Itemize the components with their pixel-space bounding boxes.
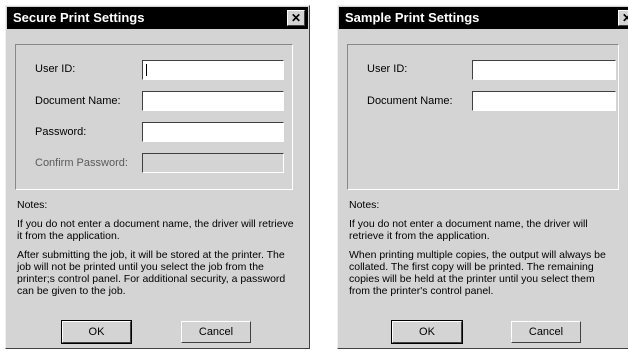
cancel-button[interactable]: Cancel [181, 321, 251, 343]
close-button[interactable]: ✕ [287, 10, 305, 26]
notes-heading: Notes: [17, 199, 48, 211]
confirm-password-label: Confirm Password: [35, 157, 128, 169]
password-label: Password: [35, 126, 87, 138]
notes-section: Notes: If you do not enter a document na… [17, 199, 295, 297]
password-input[interactable] [142, 122, 284, 142]
title-bar: Sample Print Settings ✕ [339, 7, 628, 29]
dialog-title: Secure Print Settings [13, 10, 145, 25]
confirm-password-input [142, 153, 284, 173]
notes-paragraph: After submitting the job, it will be sto… [17, 249, 286, 297]
notes-heading: Notes: [349, 199, 380, 211]
text-caret [146, 64, 147, 76]
notes-section: Notes: If you do not enter a document na… [349, 199, 614, 297]
user-id-label: User ID: [35, 63, 76, 75]
document-name-input[interactable] [142, 91, 284, 111]
cancel-button[interactable]: Cancel [511, 321, 581, 343]
document-name-label: Document Name: [367, 95, 453, 107]
settings-group: User ID: Document Name: Password: Confir… [15, 44, 293, 190]
document-name-input[interactable] [472, 91, 616, 111]
close-button[interactable]: ✕ [618, 10, 628, 26]
notes-paragraph: If you do not enter a document name, the… [17, 218, 294, 242]
close-icon: ✕ [622, 11, 628, 25]
sample-print-settings-dialog: Sample Print Settings ✕ User ID: Documen… [337, 5, 628, 349]
close-icon: ✕ [290, 11, 302, 25]
secure-print-settings-dialog: Secure Print Settings ✕ User ID: Documen… [5, 5, 310, 349]
ok-button[interactable]: OK [391, 320, 463, 344]
user-id-input[interactable] [472, 60, 616, 80]
document-name-label: Document Name: [35, 95, 121, 107]
settings-group: User ID: Document Name: [347, 44, 619, 190]
user-id-label: User ID: [367, 63, 408, 75]
ok-button[interactable]: OK [61, 320, 132, 344]
notes-paragraph: When printing multiple copies, the outpu… [349, 249, 606, 297]
user-id-input[interactable] [142, 60, 284, 80]
notes-paragraph: If you do not enter a document name, the… [349, 218, 588, 242]
dialog-title: Sample Print Settings [345, 10, 480, 25]
title-bar: Secure Print Settings ✕ [7, 7, 308, 29]
